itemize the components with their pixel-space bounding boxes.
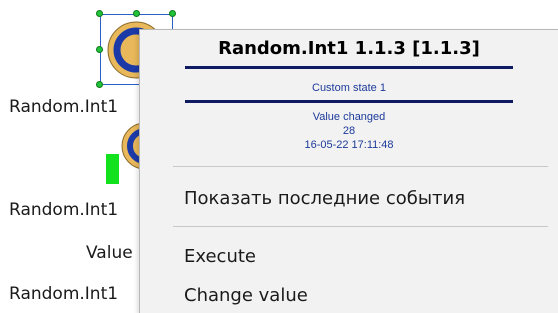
context-menu-header: Random.Int1 1.1.3 [1.1.3] Custom state 1… — [140, 30, 558, 170]
event-name: Value changed — [312, 111, 386, 123]
resize-handle-ne[interactable] — [169, 10, 176, 17]
context-menu: Random.Int1 1.1.3 [1.1.3] Custom state 1… — [139, 29, 558, 313]
menu-separator — [173, 166, 548, 167]
resize-handle-n[interactable] — [133, 10, 140, 17]
menu-item-show-events[interactable]: Показать последние события — [184, 188, 465, 209]
value-label[interactable]: Value — [86, 243, 133, 263]
resize-handle-sw[interactable] — [96, 81, 103, 88]
object-label[interactable]: Random.Int1 — [9, 284, 118, 304]
object-state: Custom state 1 — [312, 82, 386, 94]
event-value: 28 — [342, 125, 356, 137]
object-label[interactable]: Random.Int1 — [9, 200, 118, 220]
menu-item-execute[interactable]: Execute — [184, 246, 256, 267]
object-label[interactable]: Random.Int1 — [9, 97, 118, 117]
level-indicator-bar — [106, 154, 119, 184]
menu-item-change-value[interactable]: Change value — [184, 285, 308, 306]
header-rule-top — [185, 66, 513, 69]
event-timestamp: 16-05-22 17:11:48 — [304, 139, 394, 151]
resize-handle-nw[interactable] — [96, 10, 103, 17]
header-rule-bottom — [185, 100, 513, 103]
resize-handle-w[interactable] — [96, 46, 103, 53]
object-title: Random.Int1 1.1.3 [1.1.3] — [218, 38, 480, 59]
menu-separator — [173, 226, 548, 227]
last-event-info: Value changed 28 16-05-22 17:11:48 — [140, 110, 558, 152]
